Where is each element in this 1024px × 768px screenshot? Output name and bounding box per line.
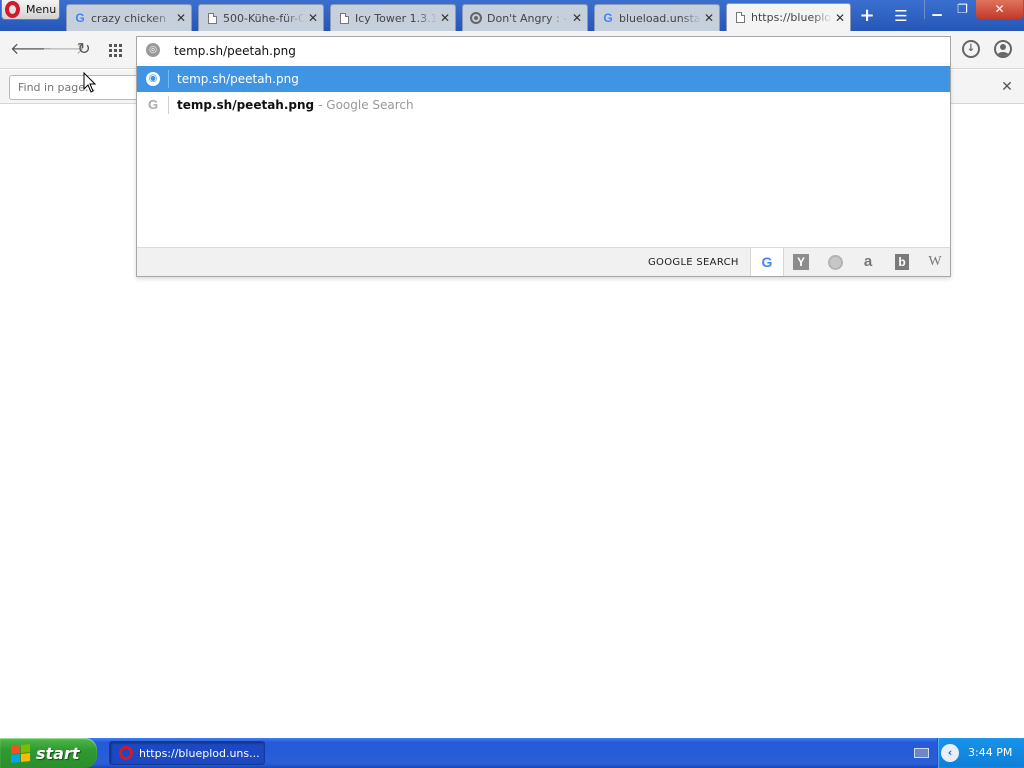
tab-500-kuehe[interactable]: 500-Kühe-für-Cl ✕: [198, 4, 324, 31]
close-icon: ✕: [994, 2, 1005, 16]
speed-dial-button[interactable]: [106, 39, 126, 59]
tab-dont-angry[interactable]: Don't Angry : - ✕: [462, 4, 588, 31]
engine-amazon[interactable]: a: [851, 248, 885, 276]
globe-icon: ◉: [146, 72, 160, 86]
suggestion-item-url[interactable]: ◉ temp.sh/peetah.png: [137, 66, 950, 92]
minimize-button[interactable]: ▁: [924, 0, 949, 19]
clock[interactable]: 3:44 PM: [968, 746, 1012, 759]
minimize-icon: ▁: [932, 2, 942, 16]
tab-crazy-chicken[interactable]: G crazy chicken ✕: [66, 4, 192, 31]
tab-strip: Menu G crazy chicken ✕ 500-Kühe-für-Cl ✕…: [0, 0, 1024, 31]
grid-icon: [109, 44, 126, 57]
tab-close-icon[interactable]: ✕: [832, 11, 848, 25]
site-info-icon[interactable]: ◎: [146, 43, 160, 57]
tab-title: https://blueploa: [751, 11, 832, 24]
tab-title: 500-Kühe-für-Cl: [223, 11, 305, 25]
suggestion-text: temp.sh/peetah.png: [177, 72, 299, 86]
downloads-button[interactable]: ↓: [962, 40, 980, 58]
tab-title: Don't Angry : -: [487, 11, 568, 25]
document-icon: [337, 11, 351, 25]
tab-close-icon[interactable]: ✕: [701, 11, 717, 25]
address-bar[interactable]: ◎: [136, 36, 951, 64]
google-icon: G: [147, 97, 159, 112]
opera-logo-icon: [5, 1, 20, 18]
forward-button[interactable]: 🡒: [42, 39, 85, 59]
engine-yahoo[interactable]: Y: [784, 248, 818, 276]
google-icon: G: [761, 254, 773, 270]
keyboard-icon[interactable]: [914, 748, 929, 758]
reload-button[interactable]: ↻: [74, 39, 94, 59]
menu-label: Menu: [26, 3, 57, 16]
document-icon: [205, 11, 219, 25]
restore-icon: ❐: [957, 2, 968, 16]
start-button[interactable]: start: [0, 738, 97, 768]
wikipedia-icon: W: [928, 254, 942, 269]
tab-close-icon[interactable]: ✕: [437, 11, 453, 25]
engine-duckduckgo[interactable]: [818, 248, 852, 276]
document-icon: [733, 11, 747, 25]
tab-close-icon[interactable]: ✕: [305, 11, 321, 25]
address-input[interactable]: [174, 41, 934, 61]
duckduckgo-icon: [827, 254, 843, 270]
engine-google[interactable]: G: [750, 248, 784, 276]
divider: [168, 96, 169, 114]
plus-icon: +: [859, 5, 875, 26]
tab-close-icon[interactable]: ✕: [173, 11, 189, 25]
windows-logo-icon: [11, 743, 30, 763]
account-button[interactable]: [994, 40, 1012, 58]
start-label: start: [36, 743, 80, 763]
tab-title: blueload.unsta: [619, 11, 701, 25]
taskbar-item-opera[interactable]: https://blueplod.uns...: [109, 741, 265, 765]
show-hidden-icons-button[interactable]: ‹: [941, 744, 959, 762]
tab-active-blueplod[interactable]: https://blueploa ✕: [726, 3, 851, 31]
tab-title: crazy chicken: [91, 11, 166, 25]
opera-logo-icon: [119, 746, 133, 760]
suggestion-subtext: - Google Search: [318, 98, 414, 112]
find-bar-close-button[interactable]: ✕: [999, 79, 1015, 95]
yahoo-icon: Y: [793, 254, 809, 270]
tab-list-icon: ☰: [894, 7, 908, 25]
engine-bing[interactable]: b: [885, 248, 919, 276]
search-engine-label[interactable]: GOOGLE SEARCH: [648, 257, 739, 268]
download-icon: ↓: [966, 43, 976, 54]
find-in-page-input[interactable]: [9, 75, 139, 100]
google-icon: G: [75, 11, 85, 25]
system-tray: ‹ 3:44 PM: [937, 738, 1024, 768]
engine-wikipedia[interactable]: W: [918, 248, 952, 276]
tab-close-icon[interactable]: ✕: [569, 11, 585, 25]
maximize-button[interactable]: ❐: [950, 0, 975, 19]
ring-icon: [469, 11, 483, 25]
new-tab-button[interactable]: +: [857, 6, 877, 26]
tab-menu-button[interactable]: ☰: [891, 7, 911, 25]
divider: [168, 70, 169, 88]
tab-icy-tower[interactable]: Icy Tower 1.3.1 ✕: [330, 4, 456, 31]
reload-icon: ↻: [77, 39, 91, 58]
tab-title: Icy Tower 1.3.1: [355, 11, 437, 25]
google-icon: G: [603, 11, 613, 25]
close-window-button[interactable]: ✕: [976, 0, 1023, 19]
amazon-icon: a: [863, 253, 873, 270]
search-engine-bar: GOOGLE SEARCH G Y a b W: [137, 247, 950, 276]
suggestion-item-search[interactable]: G temp.sh/peetah.png - Google Search: [137, 92, 950, 118]
suggestion-text: temp.sh/peetah.png: [177, 98, 315, 112]
address-suggestions-dropdown: ◉ temp.sh/peetah.png G temp.sh/peetah.pn…: [136, 64, 951, 277]
close-icon: ✕: [1001, 79, 1013, 95]
taskbar-item-label: https://blueplod.uns...: [139, 746, 260, 760]
windows-taskbar: start https://blueplod.uns... ‹ 3:44 PM: [0, 738, 1024, 768]
opera-menu-button[interactable]: Menu: [1, 0, 60, 20]
bing-icon: b: [895, 254, 909, 270]
back-button[interactable]: 🡐: [10, 39, 53, 59]
tab-blueload[interactable]: G blueload.unsta ✕: [594, 4, 720, 31]
